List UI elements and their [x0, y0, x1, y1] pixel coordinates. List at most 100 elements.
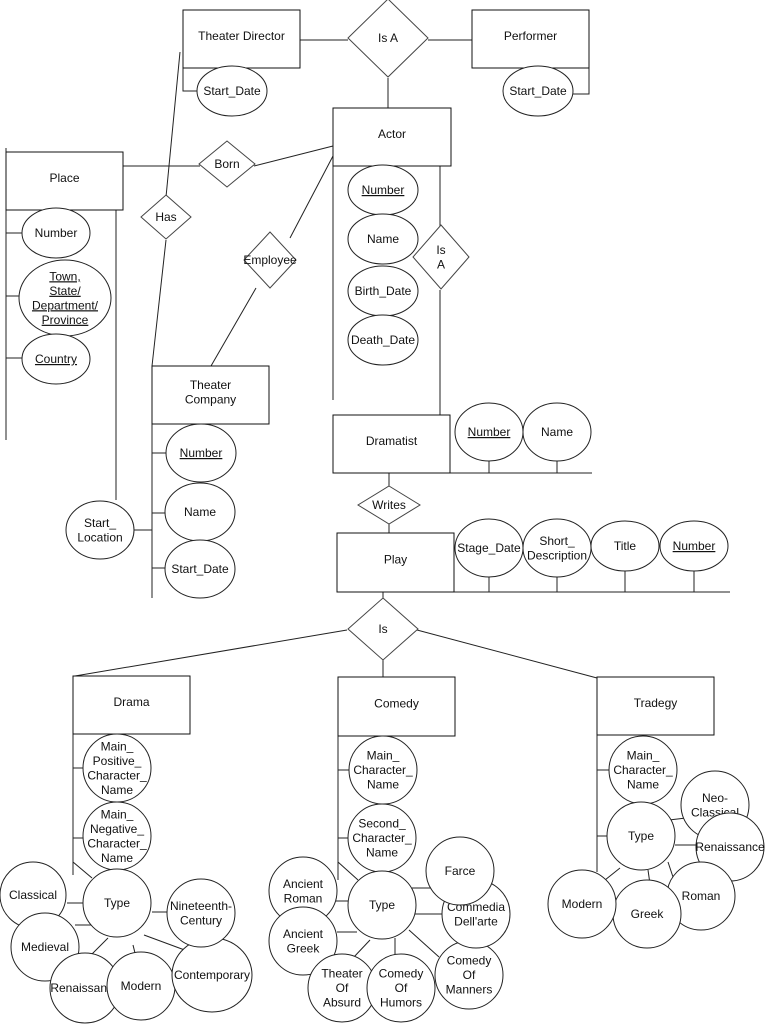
label-text: Character_ — [353, 763, 413, 777]
attribute-comedy-of-humors[interactable]: ComedyOfHumors — [366, 953, 436, 1023]
connector-line — [210, 287, 257, 367]
attribute-drama-main-positive[interactable]: Main_Positive_Character_Name — [82, 733, 152, 803]
attribute-actor-name[interactable]: Name — [347, 213, 419, 265]
label-text: Place — [49, 171, 79, 185]
entity-tragedy[interactable]: Tradegy — [596, 676, 715, 736]
label-text: Drama — [113, 695, 149, 709]
attribute-drama-nineteenth-century[interactable]: Nineteenth-Century — [166, 878, 236, 948]
relationship-is[interactable]: Is — [347, 597, 419, 661]
attribute-comedy-theater-of-absurd[interactable]: TheaterOfAbsurd — [307, 953, 377, 1023]
attribute-drama-contemporary[interactable]: Contemporary — [171, 937, 253, 1013]
attribute-tragedy-modern[interactable]: Modern — [547, 869, 617, 939]
label-text: Comedy — [374, 697, 419, 711]
label-text: Main_ — [627, 749, 660, 763]
label-text: Is — [378, 622, 387, 636]
label-text: Character_ — [87, 836, 147, 850]
relationship-is-a-actor[interactable]: IsA — [412, 224, 470, 290]
label-text: Character_ — [87, 768, 147, 782]
label-text: Modern — [562, 897, 603, 911]
label-text: Dramatist — [366, 434, 418, 448]
attribute-dramatist-number[interactable]: Number — [454, 402, 524, 462]
entity-performer[interactable]: Performer — [471, 9, 590, 69]
connector-line — [182, 68, 199, 92]
label-text: Farce — [445, 864, 476, 878]
entity-comedy[interactable]: Comedy — [337, 676, 456, 737]
relationship-born[interactable]: Born — [198, 140, 256, 188]
label-text: Main_ — [367, 749, 400, 763]
attribute-start-location[interactable]: Start_Location — [65, 500, 135, 560]
label-text: Province — [42, 313, 89, 327]
diagram-shapes: Theater Director Performer Actor Place Theat… — [0, 0, 765, 1024]
attribute-drama-modern[interactable]: Modern — [106, 951, 176, 1021]
entity-drama[interactable]: Drama — [72, 675, 191, 735]
attribute-actor-birth-date[interactable]: Birth_Date — [347, 265, 419, 317]
label-text: Is — [436, 243, 445, 257]
attribute-tragedy-greek[interactable]: Greek — [612, 879, 682, 949]
attribute-play-title[interactable]: Title — [590, 520, 660, 572]
label-text: Company — [185, 392, 236, 406]
label-text: Roman — [284, 891, 323, 905]
label-text: Of — [336, 981, 349, 995]
relationship-writes[interactable]: Writes — [357, 485, 421, 525]
attribute-company-start-date[interactable]: Start_Date — [164, 539, 236, 599]
attribute-comedy-main-character[interactable]: Main_Character_Name — [348, 735, 418, 805]
attribute-company-number[interactable]: Number — [165, 423, 237, 483]
label-text: Name — [101, 783, 133, 797]
attribute-drama-type[interactable]: Type — [82, 868, 152, 938]
label-text: Greek — [631, 907, 665, 921]
connector-line — [416, 629, 598, 679]
label-text: Is A — [378, 31, 398, 45]
label-text: Name — [367, 232, 399, 246]
label-text: A — [437, 257, 445, 271]
label-text: Absurd — [323, 996, 361, 1010]
connector-line — [165, 51, 181, 198]
attribute-play-short-description[interactable]: Short_Description — [522, 518, 592, 578]
attribute-place-town[interactable]: Town,State/Department/Province — [18, 259, 112, 337]
label-text: Ancient — [283, 877, 324, 891]
attribute-tragedy-type[interactable]: Type — [606, 801, 676, 871]
entity-theater-director[interactable]: Theater Director — [182, 9, 301, 69]
entity-actor[interactable]: Actor — [332, 107, 452, 167]
attribute-actor-number[interactable]: Number — [347, 164, 419, 216]
label-text: Name — [627, 778, 659, 792]
relationship-is-a[interactable]: Is A — [347, 0, 429, 78]
connector-line — [337, 861, 359, 881]
relationship-employee[interactable]: Employee — [243, 231, 297, 289]
attribute-performer-start-date[interactable]: Start_Date — [502, 65, 574, 117]
attribute-comedy-farce[interactable]: Farce — [425, 836, 495, 906]
label-text: Roman — [682, 889, 721, 903]
label-text: Theater — [321, 967, 362, 981]
label-text: Description — [527, 548, 587, 562]
label-text: Short_ — [539, 534, 575, 548]
attribute-place-country[interactable]: Country — [21, 333, 91, 385]
attribute-director-start-date[interactable]: Start_Date — [196, 65, 268, 117]
connector-line — [253, 145, 334, 167]
label-text: Name — [541, 425, 573, 439]
attribute-company-name[interactable]: Name — [164, 482, 236, 542]
attribute-comedy-of-manners[interactable]: ComedyOfManners — [434, 940, 504, 1010]
attribute-dramatist-name[interactable]: Name — [522, 402, 592, 462]
label-text: Number — [362, 183, 405, 197]
attribute-drama-main-negative[interactable]: Main_Negative_Character_Name — [82, 801, 152, 871]
attribute-place-number[interactable]: Number — [21, 207, 91, 259]
label-text: Department/ — [32, 298, 99, 312]
attribute-comedy-type[interactable]: Type — [347, 870, 417, 940]
connector-line — [604, 867, 621, 881]
label-text: Name — [367, 778, 399, 792]
label-text: Of — [463, 968, 476, 982]
label-text: Number — [468, 425, 511, 439]
label-text: Renaissance — [695, 840, 765, 854]
entity-theater-company[interactable]: TheaterCompany — [151, 365, 270, 425]
entity-dramatist[interactable]: Dramatist — [332, 414, 451, 474]
entity-play[interactable]: Play — [336, 532, 455, 593]
label-text: Character_ — [613, 763, 673, 777]
relationship-has[interactable]: Has — [140, 194, 192, 240]
label-text: Contemporary — [174, 968, 250, 982]
attribute-comedy-second-character[interactable]: Second_Character_Name — [347, 803, 417, 873]
attribute-tragedy-main-character[interactable]: Main_Character_Name — [608, 735, 678, 805]
label-text: Century — [180, 913, 222, 927]
attribute-play-stage-date[interactable]: Stage_Date — [454, 518, 524, 578]
entity-place[interactable]: Place — [5, 151, 124, 211]
attribute-play-number[interactable]: Number — [659, 520, 729, 572]
attribute-actor-death-date[interactable]: Death_Date — [347, 314, 419, 366]
